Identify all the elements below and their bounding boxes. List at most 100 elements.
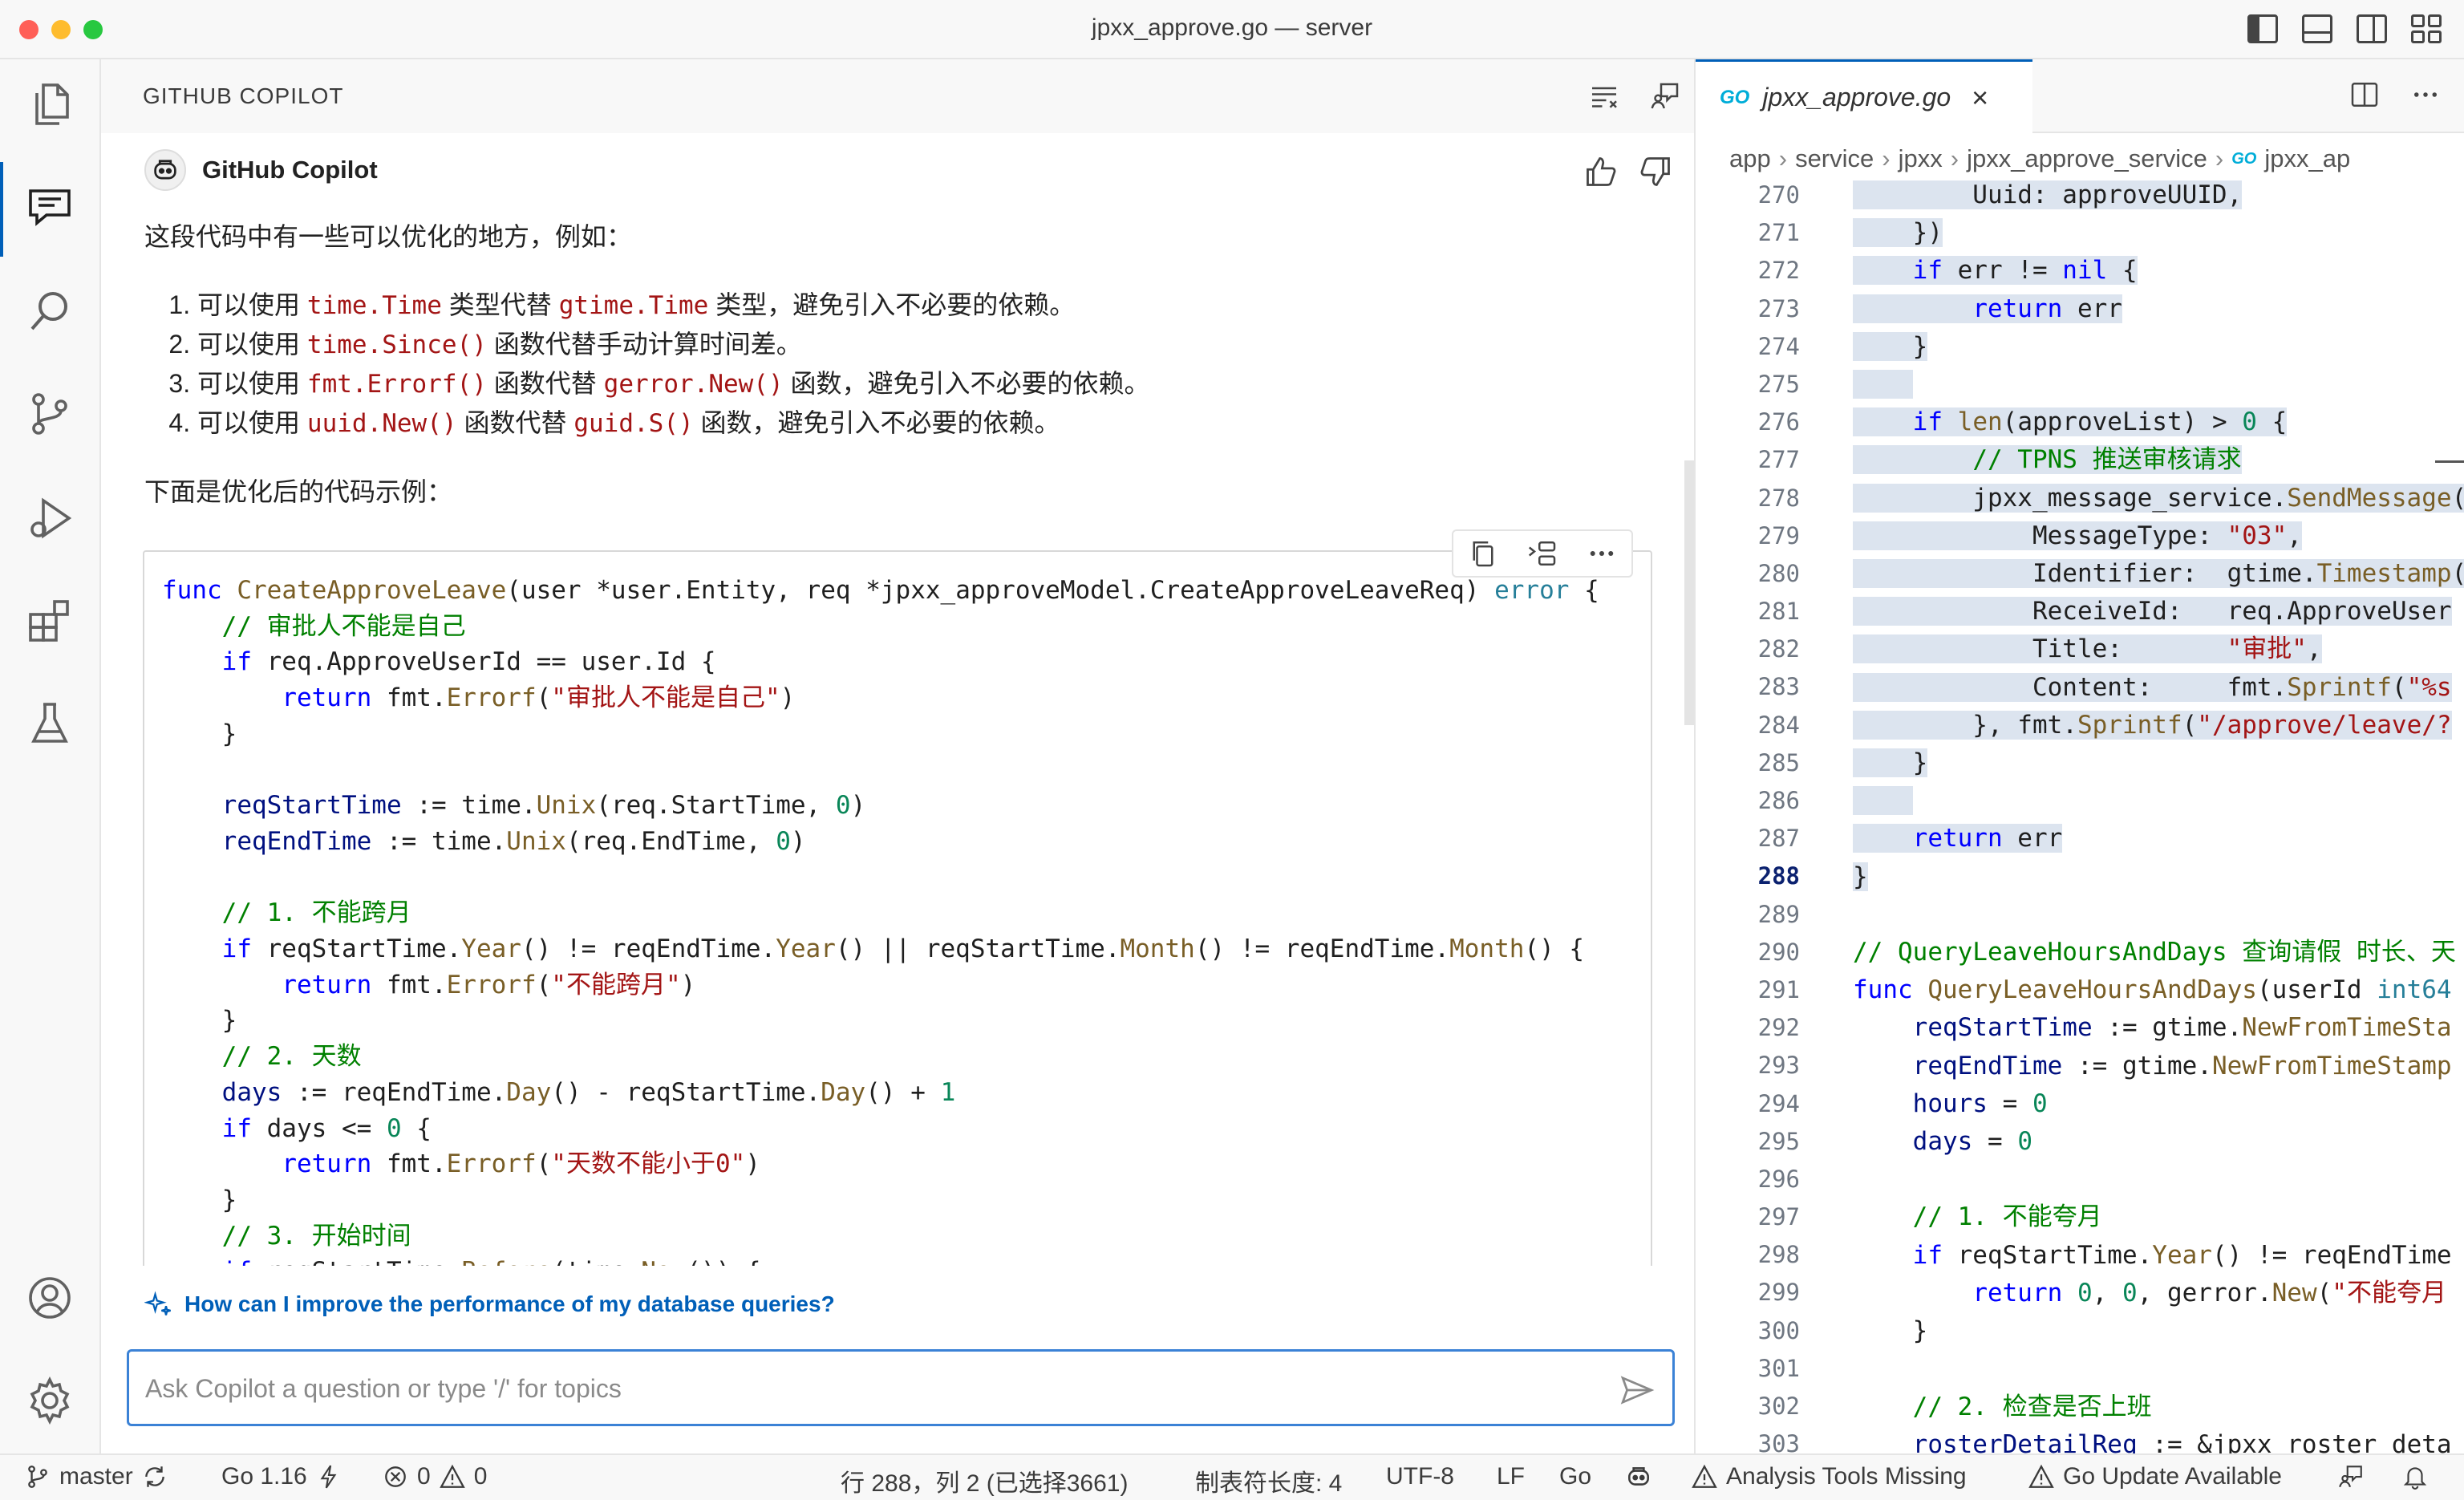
line-number: 295 (1757, 1127, 1800, 1155)
window-title: jpxx_approve.go — server (1091, 14, 1373, 41)
line-number: 299 (1757, 1279, 1800, 1307)
line-number: 298 (1757, 1241, 1800, 1269)
response-intro: 这段代码中有一些可以优化的地方，例如： (144, 222, 633, 251)
customize-layout-icon[interactable] (2411, 14, 2442, 43)
clear-chat-icon[interactable] (1588, 80, 1620, 112)
cursor-position[interactable]: 行 288，列 2 (已选择3661) (841, 1463, 1128, 1498)
warning-icon (2028, 1464, 2054, 1488)
breadcrumb-item[interactable]: service (1795, 144, 1874, 173)
chevron-right-icon: › (1778, 144, 1788, 172)
line-number: 274 (1757, 332, 1800, 360)
tab-jpxx-approve-go[interactable]: GO jpxx_approve.go × (1696, 59, 2032, 133)
thumbs-up-icon[interactable] (1583, 154, 1619, 189)
branch-status[interactable]: master (24, 1463, 168, 1490)
language-mode[interactable]: Go (1559, 1463, 1591, 1490)
breadcrumb-item[interactable]: app (1729, 144, 1771, 173)
line-number: 301 (1757, 1354, 1800, 1382)
git-branch-icon (28, 1466, 47, 1488)
settings-gear-icon[interactable] (24, 1375, 75, 1426)
search-icon[interactable] (24, 286, 75, 337)
list-item: 可以使用 time.Since() 函数代替手动计算时间差。 (197, 325, 1150, 364)
line-number: 275 (1757, 370, 1800, 398)
line-number: 294 (1757, 1089, 1800, 1117)
sparkle-icon (144, 1291, 171, 1316)
accounts-feedback-icon[interactable] (2337, 1463, 2365, 1490)
line-number: 287 (1757, 825, 1800, 853)
line-number: 281 (1757, 598, 1800, 626)
list-item: 可以使用 time.Time 类型代替 gtime.Time 类型，避免引入不必… (197, 286, 1150, 325)
insert-at-cursor-icon[interactable] (1526, 537, 1558, 570)
line-number: 277 (1757, 446, 1800, 474)
code-block-content: func CreateApproveLeave(user *user.Entit… (162, 576, 1599, 1266)
toggle-secondary-sidebar-icon[interactable] (2357, 14, 2387, 43)
line-number: 284 (1757, 711, 1800, 739)
panel-title: GITHUB COPILOT (143, 83, 344, 108)
suggestion-text: How can I improve the performance of my … (184, 1291, 835, 1316)
more-actions-icon[interactable] (2409, 79, 2442, 111)
close-tab-icon[interactable]: × (1972, 81, 1988, 115)
run-debug-icon[interactable] (24, 493, 75, 544)
split-editor-icon[interactable] (2348, 79, 2381, 111)
extensions-icon[interactable] (24, 595, 75, 647)
thumbs-down-icon[interactable] (1638, 154, 1673, 189)
warning-icon (1692, 1464, 1717, 1488)
copilot-avatar-icon (144, 149, 186, 191)
copilot-status[interactable] (1625, 1463, 1652, 1490)
tab-label: jpxx_approve.go (1762, 83, 1951, 111)
testing-icon[interactable] (24, 698, 75, 749)
sync-icon[interactable] (141, 1463, 168, 1490)
go-update-status[interactable]: Go Update Available (2028, 1463, 2282, 1490)
breadcrumb-item[interactable]: jpxx_ap (2264, 144, 2350, 173)
go-file-icon: GO (2231, 149, 2257, 168)
breadcrumb-item[interactable]: jpxx (1899, 144, 1943, 173)
line-number: 278 (1757, 484, 1800, 512)
suggestion-list: 可以使用 time.Time 类型代替 gtime.Time 类型，避免引入不必… (197, 286, 1150, 443)
panel-header: GITHUB COPILOT (101, 59, 1705, 133)
response-code-intro: 下面是优化后的代码示例： (144, 477, 453, 506)
more-actions-icon[interactable] (1586, 537, 1618, 570)
chevron-right-icon: › (1882, 144, 1891, 172)
ask-copilot-input[interactable] (145, 1368, 1573, 1409)
chat-icon[interactable] (24, 181, 75, 233)
line-number: 288 (1757, 862, 1800, 890)
problems-status[interactable]: 0 0 (382, 1463, 487, 1490)
copilot-panel: GITHUB COPILOT GitHub Copilot 这段代码中有一些可以… (101, 59, 1705, 1453)
error-icon (385, 1466, 406, 1487)
line-number: 297 (1757, 1203, 1800, 1231)
notifications-bell-icon[interactable] (2401, 1463, 2429, 1490)
go-file-icon: GO (1720, 86, 1750, 108)
list-item: 可以使用 uuid.New() 函数代替 guid.S() 函数，避免引入不必要… (197, 403, 1150, 443)
follow-up-suggestion[interactable]: How can I improve the performance of my … (144, 1290, 835, 1319)
bot-name: GitHub Copilot (202, 156, 378, 184)
ask-copilot-box[interactable] (127, 1349, 1675, 1426)
code-block-toolbar (1452, 529, 1633, 578)
tab-size[interactable]: 制表符长度: 4 (1195, 1463, 1342, 1498)
source-control-icon[interactable] (24, 388, 75, 440)
copilot-icon (1628, 1467, 1649, 1486)
active-indicator (0, 162, 3, 257)
analysis-tools-status[interactable]: Analysis Tools Missing (1691, 1463, 1967, 1490)
bot-header: GitHub Copilot (144, 149, 378, 191)
breadcrumb-item[interactable]: jpxx_approve_service (1967, 144, 2207, 173)
line-number: 280 (1757, 559, 1800, 587)
line-number: 289 (1757, 900, 1800, 928)
breadcrumb: app › service › jpxx › jpxx_approve_serv… (1729, 138, 2350, 180)
encoding[interactable]: UTF-8 (1386, 1463, 1454, 1490)
code-block[interactable]: func CreateApproveLeave(user *user.Entit… (143, 550, 1652, 1266)
line-number: 296 (1757, 1165, 1800, 1193)
line-number: 271 (1757, 219, 1800, 247)
send-icon[interactable] (1619, 1372, 1655, 1408)
toggle-panel-icon[interactable] (2302, 14, 2332, 43)
go-version-status[interactable]: Go 1.16 (221, 1463, 342, 1490)
feedback-icon[interactable] (1649, 80, 1681, 112)
code-editor[interactable]: Uuid: approveUUID, }) if err != nil { re… (1853, 176, 2464, 1464)
account-icon[interactable] (24, 1272, 75, 1324)
list-item: 可以使用 fmt.Errorf() 函数代替 gerror.New() 函数，避… (197, 364, 1150, 403)
minimap-slider[interactable] (2435, 460, 2464, 463)
copy-icon[interactable] (1467, 537, 1499, 570)
explorer-icon[interactable] (24, 79, 75, 130)
line-number: 282 (1757, 635, 1800, 663)
line-number: 300 (1757, 1316, 1800, 1344)
toggle-primary-sidebar-icon[interactable] (2247, 14, 2278, 43)
end-of-line[interactable]: LF (1497, 1463, 1525, 1490)
